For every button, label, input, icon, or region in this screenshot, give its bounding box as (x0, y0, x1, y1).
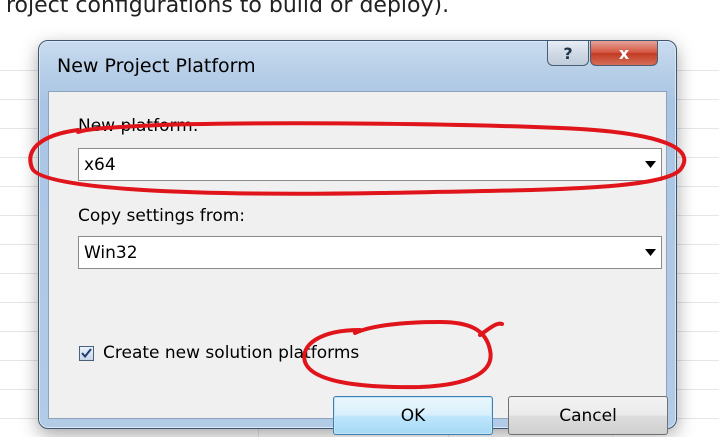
cancel-button[interactable]: Cancel (508, 396, 668, 435)
new-platform-value: x64 (84, 154, 116, 175)
ok-button[interactable]: OK (333, 396, 493, 435)
copy-settings-value: Win32 (84, 242, 138, 263)
checkmark-icon (81, 348, 92, 358)
dialog-content: New platform: x64 Copy settings from: Wi… (48, 91, 668, 435)
create-solution-platforms-label: Create new solution platforms (103, 343, 360, 363)
copy-settings-dropdown[interactable]: Win32 (78, 236, 662, 269)
create-solution-platforms-checkbox[interactable] (79, 345, 94, 361)
chevron-down-icon[interactable] (639, 149, 661, 180)
new-project-platform-dialog: New Project Platform ? x New platform: x… (38, 40, 677, 435)
new-platform-dropdown[interactable]: x64 (78, 148, 662, 181)
close-button[interactable]: x (590, 41, 658, 66)
close-icon: x (618, 43, 630, 63)
chevron-down-icon[interactable] (639, 237, 661, 268)
background-caption: roject configurations to build or deploy… (6, 0, 450, 18)
create-solution-platforms-option[interactable]: Create new solution platforms (79, 343, 359, 363)
copy-settings-label: Copy settings from: (78, 206, 246, 226)
dialog-title: New Project Platform (57, 55, 256, 77)
help-icon: ? (563, 43, 573, 63)
new-platform-label: New platform: (78, 116, 199, 136)
help-button[interactable]: ? (547, 41, 589, 66)
